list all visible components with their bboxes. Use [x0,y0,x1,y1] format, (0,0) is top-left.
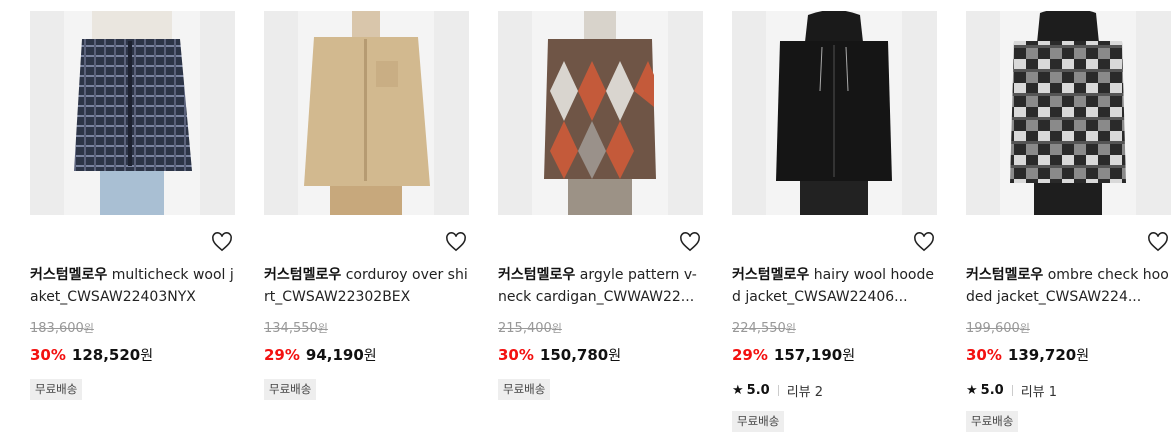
discount-rate: 29% [732,346,768,364]
original-price: 183,600원 [30,320,94,336]
heart-outline-icon[interactable] [1147,232,1169,252]
heart-outline-icon[interactable] [445,232,467,252]
heart-outline-icon[interactable] [211,232,233,252]
original-price: 224,550원 [732,320,796,336]
brand-name: 커스텀멜로우 [732,267,810,283]
free-shipping-badge: 무료배송 [732,411,785,432]
product-image[interactable] [732,11,937,215]
currency-label: 원 [1076,348,1090,364]
brand-name: 커스텀멜로우 [30,267,108,283]
currency-label: 원 [785,322,796,335]
original-price-value: 199,600 [966,321,1020,336]
original-price-value: 183,600 [30,321,84,336]
sale-price: 157,190 [773,346,843,364]
discount-rate: 29% [264,346,300,364]
brand-name: 커스텀멜로우 [966,267,1044,283]
star-icon: ★ [966,382,978,398]
sale-price-row: 30% 128,520원 [30,344,153,367]
currency-label: 원 [363,348,377,364]
currency-label: 원 [317,322,328,335]
currency-label: 원 [1019,322,1030,335]
rating-score: 5.0 [746,382,770,398]
product-image[interactable] [498,11,703,215]
discount-rate: 30% [966,346,1002,364]
sale-price: 94,190 [305,346,364,364]
original-price: 215,400원 [498,320,562,336]
product-title[interactable]: 커스텀멜로우 argyle pattern v-neck cardigan_CW… [498,264,703,308]
product-image[interactable] [30,11,235,215]
currency-label: 원 [608,348,622,364]
product-image[interactable] [966,11,1171,215]
heart-outline-icon[interactable] [913,232,935,252]
rating-score: 5.0 [980,382,1004,398]
currency-label: 원 [842,348,856,364]
currency-label: 원 [140,348,154,364]
sale-price-row: 29% 94,190원 [264,344,377,367]
star-icon: ★ [732,382,744,398]
sale-price: 139,720 [1007,346,1077,364]
heart-outline-icon[interactable] [679,232,701,252]
sale-price-row: 29% 157,190원 [732,344,855,367]
rating-row: ★ 5.0 리뷰 1 [966,379,1057,401]
product-card[interactable]: 커스텀멜로우 ombre check hooded jacket_CWSAW22… [966,0,1171,432]
rating-row: ★ 5.0 리뷰 2 [732,379,823,401]
discount-rate: 30% [498,346,534,364]
divider [1011,384,1013,396]
free-shipping-badge: 무료배송 [264,379,317,400]
product-title[interactable]: 커스텀멜로우 multicheck wool jaket_CWSAW22403N… [30,264,235,308]
free-shipping-badge: 무료배송 [30,379,83,400]
product-title[interactable]: 커스텀멜로우 ombre check hooded jacket_CWSAW22… [966,264,1171,308]
divider [777,384,779,396]
product-card[interactable]: 커스텀멜로우 argyle pattern v-neck cardigan_CW… [498,0,703,426]
currency-label: 원 [83,322,94,335]
product-image[interactable] [264,11,469,215]
original-price: 134,550원 [264,320,328,336]
discount-rate: 30% [30,346,66,364]
product-card[interactable]: 커스텀멜로우 corduroy over shirt_CWSAW22302BEX… [264,0,469,426]
currency-label: 원 [551,322,562,335]
product-card[interactable]: 커스텀멜로우 multicheck wool jaket_CWSAW22403N… [30,0,235,426]
review-count[interactable]: 리뷰 2 [787,381,823,400]
product-title[interactable]: 커스텀멜로우 corduroy over shirt_CWSAW22302BEX [264,264,469,308]
sale-price: 150,780 [539,346,609,364]
brand-name: 커스텀멜로우 [264,267,342,283]
original-price-value: 224,550 [732,321,786,336]
sale-price: 128,520 [71,346,141,364]
brand-name: 커스텀멜로우 [498,267,576,283]
original-price: 199,600원 [966,320,1030,336]
sale-price-row: 30% 150,780원 [498,344,621,367]
product-title[interactable]: 커스텀멜로우 hairy wool hooded jacket_CWSAW224… [732,264,937,308]
review-count[interactable]: 리뷰 1 [1021,381,1057,400]
original-price-value: 134,550 [264,321,318,336]
free-shipping-badge: 무료배송 [498,379,551,400]
product-card[interactable]: 커스텀멜로우 hairy wool hooded jacket_CWSAW224… [732,0,937,432]
sale-price-row: 30% 139,720원 [966,344,1089,367]
original-price-value: 215,400 [498,321,552,336]
free-shipping-badge: 무료배송 [966,411,1019,432]
